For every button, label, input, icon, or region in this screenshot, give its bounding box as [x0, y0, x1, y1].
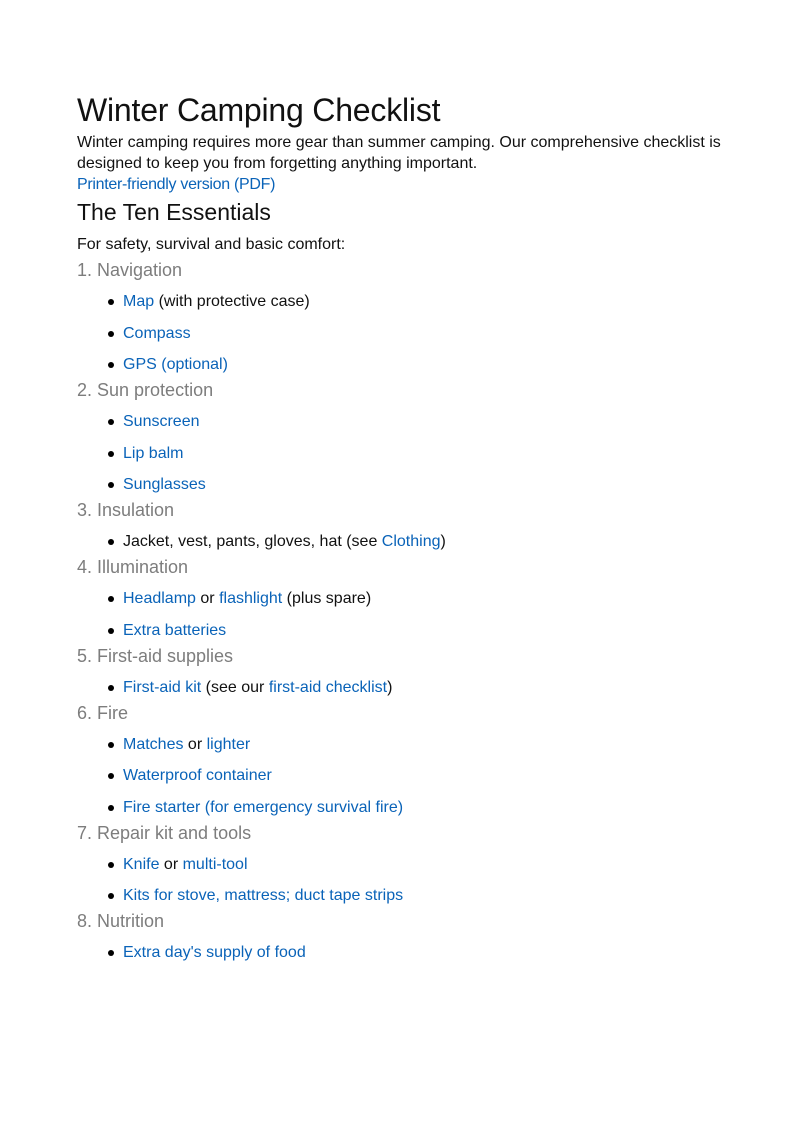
bullet-icon	[108, 362, 114, 368]
section-title-ten-essentials: The Ten Essentials	[77, 199, 271, 225]
item-text: or	[183, 735, 207, 753]
matches-link[interactable]: Matches	[123, 736, 183, 753]
flashlight-link[interactable]: flashlight	[219, 590, 282, 607]
bullet-icon	[108, 684, 114, 691]
essential-section: 6. Fire Matches or lighter Waterproof cont…	[77, 701, 727, 818]
item-text: (see our	[201, 678, 269, 696]
essential-items: Sunscreen Lip balm Sunglasses	[77, 412, 727, 495]
list-item: Sunglasses	[107, 475, 727, 495]
waterproof-container-link[interactable]: Waterproof container	[123, 767, 272, 784]
bullet-icon	[108, 804, 114, 811]
essentials-list: 1. Navigation Map (with protective case) C…	[77, 258, 727, 963]
compass-link[interactable]: Compass	[123, 325, 191, 342]
bullet-icon	[108, 741, 114, 748]
sunscreen-link[interactable]: Sunscreen	[123, 413, 200, 430]
essential-items: Knife or multi-tool Kits for stove, mattr…	[77, 855, 727, 907]
sunglasses-link[interactable]: Sunglasses	[123, 476, 206, 493]
headlamp-link[interactable]: Headlamp	[123, 590, 196, 607]
clothing-link[interactable]: Clothing	[382, 533, 441, 550]
printer-friendly-pdf-link[interactable]: Printer-friendly version (PDF)	[77, 174, 727, 196]
essential-items: Map (with protective case) Compass GPS (op…	[77, 292, 727, 375]
essential-section: 2. Sun protection Sunscreen Lip balm Sungla…	[77, 378, 727, 495]
kits-for-stove-mattress-duct-tape-strips-link[interactable]: Kits for stove, mattress; duct tape stri…	[123, 887, 403, 904]
essential-section: 7. Repair kit and tools Knife or multi-to…	[77, 821, 727, 907]
list-item: Fire starter (for emergency survival fir…	[107, 798, 727, 818]
item-text: (plus spare)	[282, 590, 372, 607]
list-item: Sunscreen	[107, 412, 727, 432]
essential-items: Jacket, vest, pants, gloves, hat (see Cl…	[77, 532, 727, 552]
lead-text: For safety, survival and basic comfort:	[77, 236, 346, 253]
item-text: or	[159, 855, 183, 873]
essential-section: 5. First-aid supplies First-aid kit (see …	[77, 644, 727, 698]
bullet-icon	[108, 330, 114, 337]
page-title: Winter Camping Checklist	[77, 92, 441, 128]
essential-section: 4. Illumination Headlamp or flashlight (p…	[77, 555, 727, 641]
extra-day-s-supply-of-food-link[interactable]: Extra day's supply of food	[123, 944, 306, 961]
document-page: Winter Camping Checklist Winter camping …	[77, 90, 727, 963]
item-text: )	[387, 678, 393, 696]
list-item: Matches or lighter	[107, 735, 727, 755]
first-aid-kit-link[interactable]: First-aid kit	[123, 679, 201, 696]
item-text: or	[195, 590, 220, 607]
list-item: First-aid kit (see our first-aid checkli…	[107, 678, 727, 698]
essential-items: Headlamp or flashlight (plus spare) Extra…	[77, 589, 727, 641]
list-item: Extra batteries	[107, 621, 727, 641]
list-item: Compass	[107, 324, 727, 344]
bullet-icon	[108, 450, 114, 457]
list-item: Knife or multi-tool	[107, 855, 727, 875]
essential-heading: 2. Sun protection	[77, 380, 214, 400]
item-text: )	[440, 533, 446, 550]
list-item: Map (with protective case)	[107, 292, 727, 312]
multi-tool-link[interactable]: multi-tool	[183, 856, 248, 873]
lighter-link[interactable]: lighter	[207, 736, 251, 753]
bullet-icon	[108, 299, 114, 305]
bullet-icon	[108, 539, 114, 545]
essential-heading: 5. First-aid supplies	[77, 645, 234, 666]
bullet-icon	[108, 596, 114, 602]
first-aid-checklist-link[interactable]: first-aid checklist	[269, 679, 387, 696]
lip-balm-link[interactable]: Lip balm	[123, 445, 183, 462]
essential-heading: 3. Insulation	[77, 500, 175, 520]
item-text: Jacket, vest, pants, gloves, hat (see	[123, 533, 382, 550]
essential-items: Matches or lighter Waterproof container Fi…	[77, 735, 727, 818]
bullet-icon	[108, 773, 114, 779]
bullet-icon	[108, 627, 114, 634]
essential-items: Extra day's supply of food	[77, 943, 727, 963]
essential-section: 1. Navigation Map (with protective case) C…	[77, 258, 727, 375]
gps-optional-link[interactable]: GPS (optional)	[123, 356, 228, 373]
bullet-icon	[108, 861, 114, 868]
map-link[interactable]: Map	[123, 293, 154, 310]
essential-heading: 7. Repair kit and tools	[77, 822, 252, 843]
essential-items: First-aid kit (see our first-aid checkli…	[77, 678, 727, 698]
bullet-icon	[108, 419, 114, 425]
essential-heading: 6. Fire	[77, 702, 129, 723]
list-item: Headlamp or flashlight (plus spare)	[107, 589, 727, 609]
essential-section: 3. Insulation Jacket, vest, pants, gloves…	[77, 498, 727, 552]
list-item: Extra day's supply of food	[107, 943, 727, 963]
essential-heading: 8. Nutrition	[77, 911, 165, 931]
list-item: Jacket, vest, pants, gloves, hat (see Cl…	[107, 532, 727, 552]
knife-link[interactable]: Knife	[123, 856, 159, 873]
list-item: Lip balm	[107, 444, 727, 464]
list-item: Kits for stove, mattress; duct tape stri…	[107, 886, 727, 906]
essential-heading: 4. Illumination	[77, 557, 189, 577]
list-item: Waterproof container	[107, 766, 727, 786]
bullet-icon	[108, 482, 114, 488]
essential-heading: 1. Navigation	[77, 260, 183, 280]
fire-starter-for-emergency-survival-fire-link[interactable]: Fire starter (for emergency survival fir…	[123, 799, 403, 816]
bullet-icon	[108, 950, 114, 956]
list-item: GPS (optional)	[107, 355, 727, 375]
item-text: (with protective case)	[154, 293, 310, 310]
bullet-icon	[108, 893, 114, 899]
extra-batteries-link[interactable]: Extra batteries	[123, 622, 226, 639]
intro-paragraph: Winter camping requires more gear than s…	[77, 134, 721, 172]
essential-section: 8. Nutrition Extra day's supply of food	[77, 909, 727, 963]
